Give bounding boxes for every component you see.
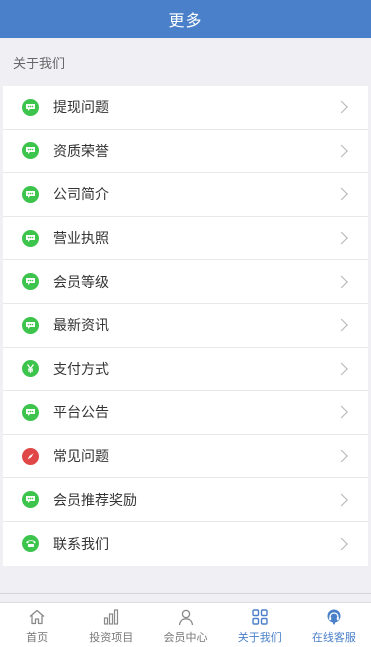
tab-online-support[interactable]: 在线客服: [297, 603, 371, 647]
menu-item-platform-announcements[interactable]: 平台公告: [3, 391, 368, 435]
tab-label: 投资项目: [89, 631, 134, 644]
user-icon: [176, 607, 196, 627]
tab-label: 关于我们: [237, 631, 282, 644]
chat-icon: [22, 98, 39, 116]
yen-icon: [22, 360, 39, 378]
menu-item-label: 平台公告: [53, 405, 109, 422]
chat-icon: [22, 491, 39, 509]
menu-item-label: 支付方式: [53, 361, 109, 378]
tab-label: 会员中心: [163, 631, 208, 644]
menu-item-contact-us[interactable]: 联系我们: [3, 522, 368, 566]
chat-icon: [22, 316, 39, 334]
tab-member-center[interactable]: 会员中心: [148, 603, 222, 647]
menu-list: 提现问题 资质荣誉 公司简介 营业执照 会员等级 最新资讯 支付方式 平台公告 …: [3, 86, 368, 566]
menu-item-withdraw-issues[interactable]: 提现问题: [3, 86, 368, 130]
divider: [0, 593, 371, 594]
bottom-tab-bar: 首页 投资项目 会员中心 关于我们 在线客服: [0, 602, 371, 647]
tab-home[interactable]: 首页: [0, 603, 74, 647]
menu-item-label: 会员等级: [53, 274, 109, 291]
menu-item-label: 营业执照: [53, 231, 109, 248]
grid-icon: [250, 607, 270, 627]
menu-item-label: 最新资讯: [53, 318, 109, 335]
chat-icon: [22, 142, 39, 160]
section-title-label: 关于我们: [13, 56, 66, 72]
menu-item-label: 资质荣誉: [53, 143, 109, 160]
menu-item-label: 会员推荐奖励: [53, 492, 137, 509]
phone-icon: [22, 535, 39, 553]
chat-icon: [22, 229, 39, 247]
chat-icon: [22, 273, 39, 291]
menu-item-faq[interactable]: 常见问题: [3, 435, 368, 479]
compass-icon: [22, 447, 39, 465]
menu-item-label: 提现问题: [53, 100, 109, 117]
bar-chart-icon: [101, 607, 121, 627]
headset-icon: [324, 607, 344, 627]
section-title: 关于我们: [0, 38, 371, 86]
tab-label: 首页: [26, 631, 49, 644]
page-title: 更多: [168, 11, 203, 30]
chat-icon: [22, 403, 39, 421]
menu-item-qualifications[interactable]: 资质荣誉: [3, 130, 368, 174]
chat-icon: [22, 185, 39, 203]
menu-item-referral-rewards[interactable]: 会员推荐奖励: [3, 478, 368, 522]
home-icon: [27, 607, 47, 627]
menu-item-label: 公司简介: [53, 187, 109, 204]
menu-item-label: 联系我们: [53, 536, 109, 553]
tab-about-us[interactable]: 关于我们: [223, 603, 297, 647]
page-header: 更多: [0, 0, 371, 38]
tab-investment-projects[interactable]: 投资项目: [74, 603, 148, 647]
tab-label: 在线客服: [311, 631, 356, 644]
menu-item-payment-methods[interactable]: 支付方式: [3, 348, 368, 392]
menu-item-latest-news[interactable]: 最新资讯: [3, 304, 368, 348]
menu-item-company-intro[interactable]: 公司简介: [3, 173, 368, 217]
menu-item-member-levels[interactable]: 会员等级: [3, 260, 368, 304]
menu-item-label: 常见问题: [53, 449, 109, 466]
menu-item-business-license[interactable]: 营业执照: [3, 217, 368, 261]
